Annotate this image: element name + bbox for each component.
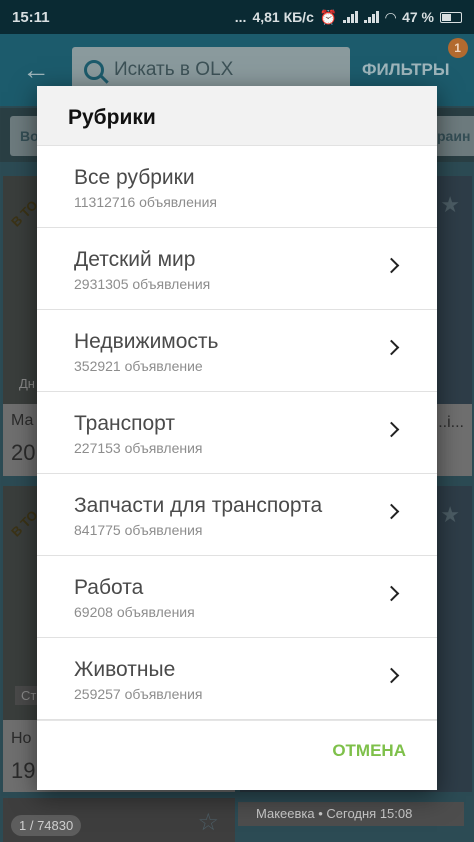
listing-location: Макеевка • Сегодня 15:08 [238,802,464,826]
cancel-button[interactable]: ОТМЕНА [332,741,406,761]
filters-label: ФИЛЬТРЫ [362,60,450,79]
listing-title: ...i... [433,414,464,431]
category-count: 2931305 объявления [74,276,211,292]
category-name: Детский мир [74,248,196,271]
category-jobs[interactable]: Работа 69208 объявления [37,556,437,638]
notification-dots: ... [234,9,247,25]
alarm-icon: ⏰ [319,8,338,25]
search-placeholder: Искать в OLX [114,59,234,80]
listing-price: 19 [11,758,36,783]
listing-card[interactable]: 1 / 74830 ☆ [3,798,235,842]
category-spare-parts[interactable]: Запчасти для транспорта 841775 объявлени… [37,474,437,556]
signal-icon-2 [364,11,380,23]
filters-badge: 1 [447,38,468,58]
category-count: 259257 объявления [74,686,203,702]
categories-dialog: Рубрики Все рубрики 11312716 объявления … [37,86,437,790]
back-arrow-icon[interactable]: ← [0,54,72,86]
listing-title: Ма [11,412,34,429]
favorite-star-icon[interactable]: ★ [440,192,460,218]
category-name: Недвижимость [74,330,219,353]
category-name: Транспорт [74,412,175,435]
category-list: Все рубрики 11312716 объявления Детский … [37,146,437,720]
category-count: 841775 объявления [74,522,203,538]
favorite-star-icon[interactable]: ☆ [197,808,219,837]
search-icon [84,60,104,80]
category-count: 352921 объявление [74,358,203,374]
category-name: Работа [74,576,144,599]
signal-icon [343,11,359,23]
category-name: Животные [74,658,176,681]
listing-date: Дн [19,376,35,391]
category-name: Все рубрики [74,166,195,189]
dialog-footer: ОТМЕНА [37,720,437,790]
status-time: 15:11 [12,8,50,26]
category-realty[interactable]: Недвижимость 352921 объявление [37,310,437,392]
favorite-star-icon[interactable]: ★ [440,502,460,528]
listing-price: 20 [11,440,36,465]
category-count: 11312716 объявления [74,194,218,210]
battery-level: 47 % [402,9,434,25]
dialog-title: Рубрики [37,86,437,146]
network-speed: 4,81 КБ/с [252,9,314,25]
battery-icon [440,11,462,23]
category-animals[interactable]: Животные 259257 объявления [37,638,437,720]
category-count: 69208 объявления [74,604,195,620]
status-icons: ... 4,81 КБ/с ⏰ ◠ 47 % [235,9,462,26]
category-all[interactable]: Все рубрики 11312716 объявления [37,146,437,228]
category-kids[interactable]: Детский мир 2931305 объявления [37,228,437,310]
filters-button[interactable]: ФИЛЬТРЫ 1 [362,38,468,80]
wifi-icon: ◠ [385,8,397,25]
status-bar: 15:11 ... 4,81 КБ/с ⏰ ◠ 47 % [0,0,474,34]
category-count: 227153 объявления [74,440,203,456]
photo-counter: 1 / 74830 [11,815,82,836]
category-name: Запчасти для транспорта [74,494,323,517]
category-transport[interactable]: Транспорт 227153 объявления [37,392,437,474]
listing-title: Но [11,730,32,747]
